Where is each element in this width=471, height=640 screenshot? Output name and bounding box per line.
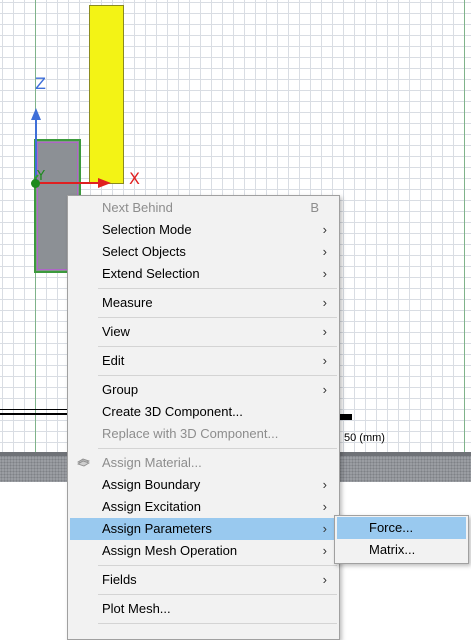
menu-item-fields[interactable]: Fields › (70, 569, 337, 591)
menu-item-label: Edit (102, 353, 125, 368)
menu-item-assign-parameters[interactable]: Assign Parameters › (70, 518, 337, 540)
x-axis-arrow (98, 178, 111, 188)
menu-item-label: Select Objects (102, 244, 186, 259)
menu-item-label: Assign Boundary (102, 477, 201, 492)
menu-item-assign-material[interactable]: Assign Material... (70, 452, 337, 474)
menu-item-select-objects[interactable]: Select Objects › (70, 241, 337, 263)
menu-item-extend-selection[interactable]: Extend Selection › (70, 263, 337, 285)
shortcut-label: B (310, 200, 319, 215)
menu-item-selection-mode[interactable]: Selection Mode › (70, 219, 337, 241)
menu-item-label: Plot Mesh... (102, 601, 171, 616)
grid-axis-line (464, 0, 465, 452)
menu-item-label: Create 3D Component... (102, 404, 243, 419)
menu-item-label: Selection Mode (102, 222, 192, 237)
menu-item-label: Matrix... (369, 542, 416, 557)
yellow-object[interactable] (89, 5, 124, 184)
menu-item-assign-boundary[interactable]: Assign Boundary › (70, 474, 337, 496)
menu-item-group[interactable]: Group › (70, 379, 337, 401)
menu-item-replace-3d-component[interactable]: Replace with 3D Component... (70, 423, 337, 445)
scale-label: 50 (mm) (344, 432, 385, 444)
chevron-right-icon: › (322, 244, 327, 259)
chevron-right-icon: › (322, 353, 327, 368)
menu-item-label: Assign Parameters (102, 521, 212, 536)
assign-parameters-submenu: Force... Matrix... (334, 515, 469, 564)
menu-item-label: Assign Mesh Operation (102, 543, 238, 558)
scale-bar (0, 409, 67, 415)
menu-item-label: Measure (102, 295, 153, 310)
y-axis-label: Y (37, 169, 45, 184)
chevron-right-icon: › (322, 295, 327, 310)
menu-item-force[interactable]: Force... (337, 517, 466, 539)
menu-item-matrix[interactable]: Matrix... (337, 539, 466, 561)
material-icon (77, 458, 90, 467)
chevron-right-icon: › (322, 477, 327, 492)
x-axis-label: X (129, 169, 140, 188)
chevron-right-icon: › (322, 266, 327, 281)
context-menu: Next Behind B Selection Mode › Select Ob… (67, 195, 340, 640)
menu-item-label: Replace with 3D Component... (102, 426, 279, 441)
menu-item-label: Force... (369, 520, 414, 535)
x-axis (36, 182, 100, 184)
menu-separator (98, 448, 337, 449)
chevron-right-icon: › (322, 324, 327, 339)
menu-item-label: View (102, 324, 130, 339)
menu-separator (98, 317, 337, 318)
menu-item-edit[interactable]: Edit › (70, 350, 337, 372)
menu-item-label: Next Behind (102, 200, 173, 215)
menu-item-label: Assign Excitation (102, 499, 201, 514)
menu-item-measure[interactable]: Measure › (70, 292, 337, 314)
chevron-right-icon: › (322, 521, 327, 536)
menu-item-view[interactable]: View › (70, 321, 337, 343)
chevron-right-icon: › (322, 499, 327, 514)
menu-item-label: Assign Material... (102, 455, 202, 470)
menu-separator (98, 346, 337, 347)
menu-item-assign-mesh-operation[interactable]: Assign Mesh Operation › (70, 540, 337, 562)
menu-item-label: Extend Selection (102, 266, 200, 281)
menu-separator (98, 565, 337, 566)
chevron-right-icon: › (322, 543, 327, 558)
menu-item-assign-excitation[interactable]: Assign Excitation › (70, 496, 337, 518)
menu-separator (98, 623, 337, 624)
menu-item-label: Fields (102, 572, 137, 587)
z-axis-label: Z (35, 74, 46, 93)
menu-item-create-3d-component[interactable]: Create 3D Component... (70, 401, 337, 423)
chevron-right-icon: › (322, 572, 327, 587)
menu-item-label: Group (102, 382, 139, 397)
menu-item-plot-mesh[interactable]: Plot Mesh... (70, 598, 337, 620)
menu-separator (98, 375, 337, 376)
menu-separator (98, 288, 337, 289)
menu-separator (98, 594, 337, 595)
menu-item-next-behind[interactable]: Next Behind B (70, 197, 337, 219)
z-axis-arrow (31, 108, 41, 120)
scale-bar-end (340, 414, 352, 420)
chevron-right-icon: › (322, 222, 327, 237)
chevron-right-icon: › (322, 382, 327, 397)
